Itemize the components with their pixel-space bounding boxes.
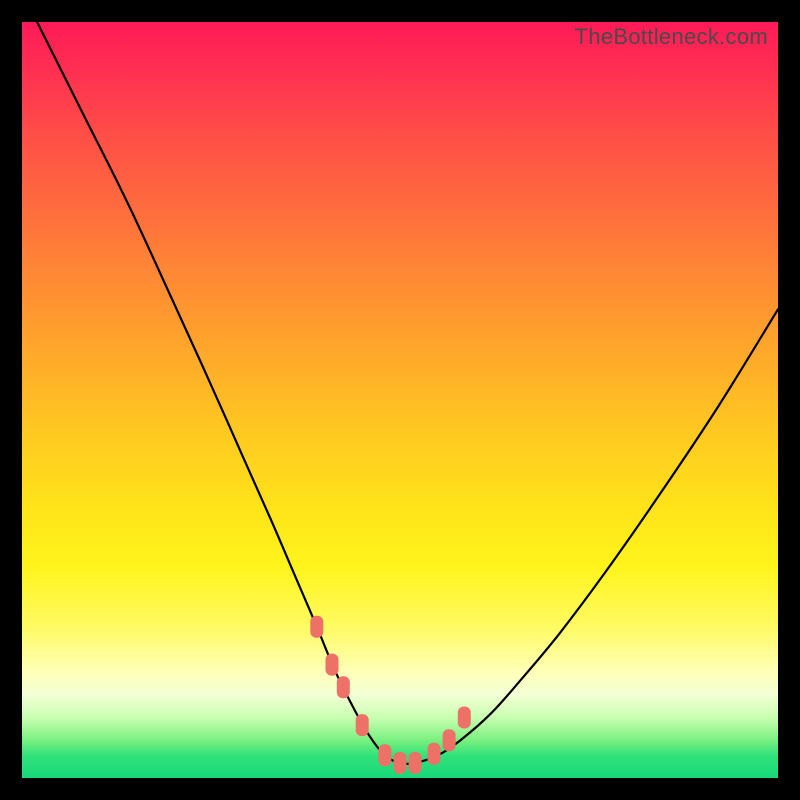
curve-marker xyxy=(310,616,323,638)
curve-marker xyxy=(428,743,441,765)
curve-marker xyxy=(443,729,456,751)
curve-marker xyxy=(394,752,407,774)
chart-svg xyxy=(22,22,778,778)
plot-area: TheBottleneck.com xyxy=(22,22,778,778)
marker-group xyxy=(310,616,471,774)
curve-marker xyxy=(326,654,339,676)
curve-marker xyxy=(378,744,391,766)
curve-marker xyxy=(409,752,422,774)
curve-marker xyxy=(337,676,350,698)
bottleneck-curve xyxy=(37,22,778,764)
curve-marker xyxy=(458,707,471,729)
curve-marker xyxy=(356,714,369,736)
chart-frame: TheBottleneck.com xyxy=(0,0,800,800)
